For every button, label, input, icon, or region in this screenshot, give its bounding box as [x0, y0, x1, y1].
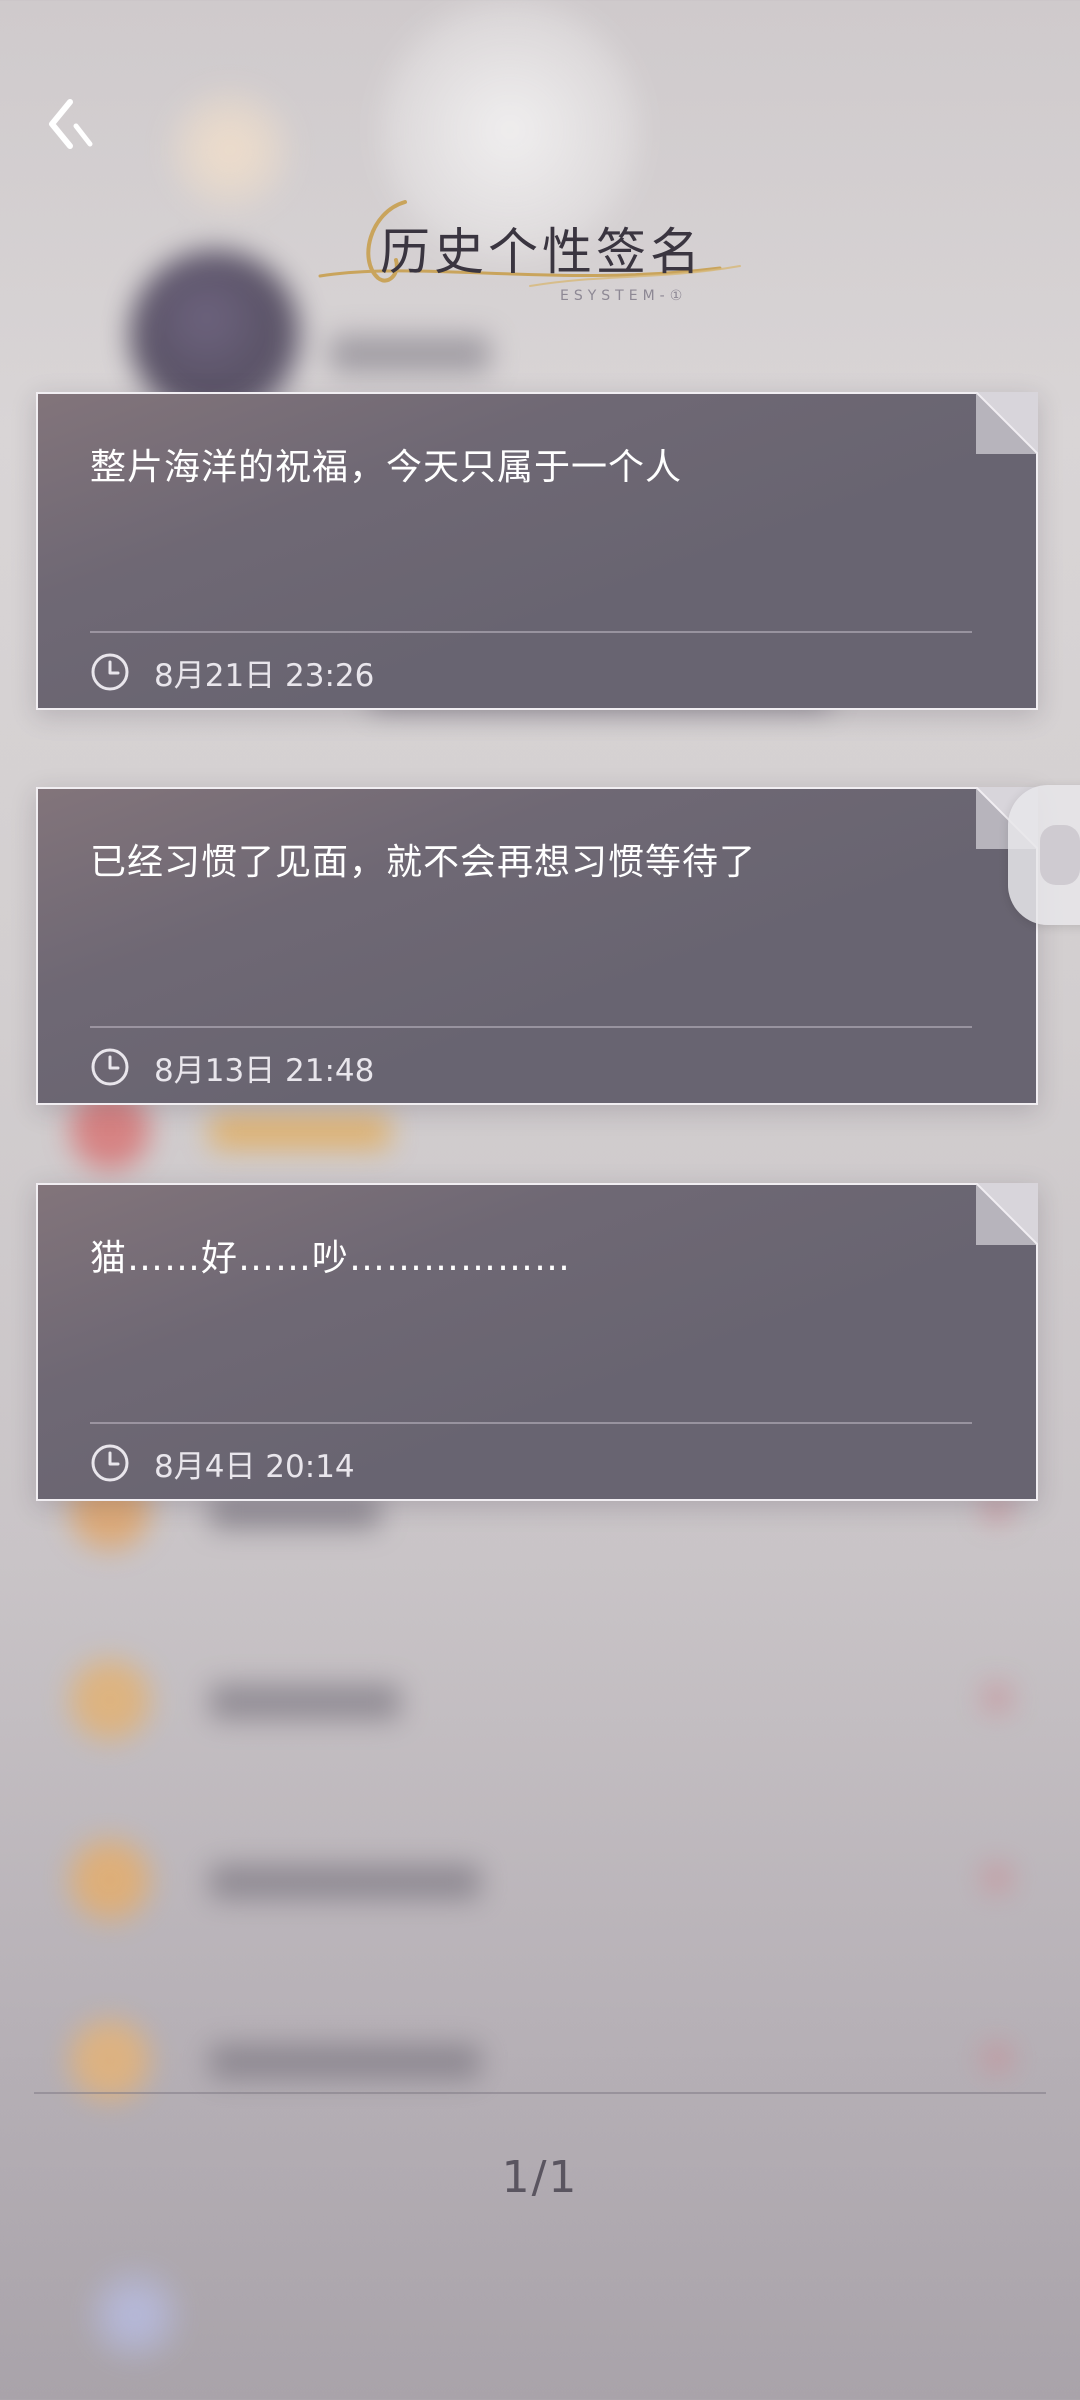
signature-text: 已经习惯了见面，就不会再想习惯等待了: [90, 842, 757, 883]
timestamp: 8月21日 23:26: [154, 657, 375, 694]
side-float-handle[interactable]: [1008, 785, 1080, 925]
background-row: [70, 1830, 1010, 1920]
divider: [90, 1026, 972, 1028]
signature-text: 猫……好……吵………………: [90, 1238, 572, 1279]
signature-text: 整片海洋的祝福，今天只属于一个人: [90, 447, 683, 488]
page-fold-corner: [976, 392, 1038, 454]
back-button[interactable]: [40, 92, 100, 162]
signature-card: 猫……好……吵……………… 8月4日 20:14: [36, 1183, 1038, 1501]
clock-icon: [91, 1444, 129, 1482]
timestamp: 8月13日 21:48: [154, 1052, 375, 1089]
timestamp: 8月4日 20:14: [154, 1448, 355, 1485]
timestamp-row: 8月13日 21:48: [90, 1045, 374, 1089]
divider: [90, 1422, 972, 1424]
divider: [90, 631, 972, 633]
background-name: [330, 335, 490, 373]
clock-icon: [91, 653, 129, 691]
page-indicator: 1/1: [501, 2152, 579, 2203]
signature-card: 整片海洋的祝福，今天只属于一个人 8月21日 23:26: [36, 392, 1038, 710]
clock-icon: [91, 1048, 129, 1086]
handle-grip: [1040, 825, 1080, 885]
page-fold-corner: [976, 1183, 1038, 1245]
background-row: [70, 1650, 1010, 1740]
title-subtitle: ESYSTEM-①: [560, 288, 688, 304]
chevron-left-icon: [49, 99, 93, 149]
signature-card: 已经习惯了见面，就不会再想习惯等待了 8月13日 21:48: [36, 787, 1038, 1105]
timestamp-row: 8月4日 20:14: [90, 1441, 355, 1485]
page-title: 历史个性签名 ESYSTEM-①: [300, 190, 780, 310]
light-flare: [90, 2270, 180, 2360]
light-flare: [170, 90, 290, 210]
pager-divider: [34, 2092, 1046, 2094]
background-row: [70, 2010, 1010, 2100]
title-text: 历史个性签名: [380, 223, 704, 281]
timestamp-row: 8月21日 23:26: [90, 650, 374, 694]
